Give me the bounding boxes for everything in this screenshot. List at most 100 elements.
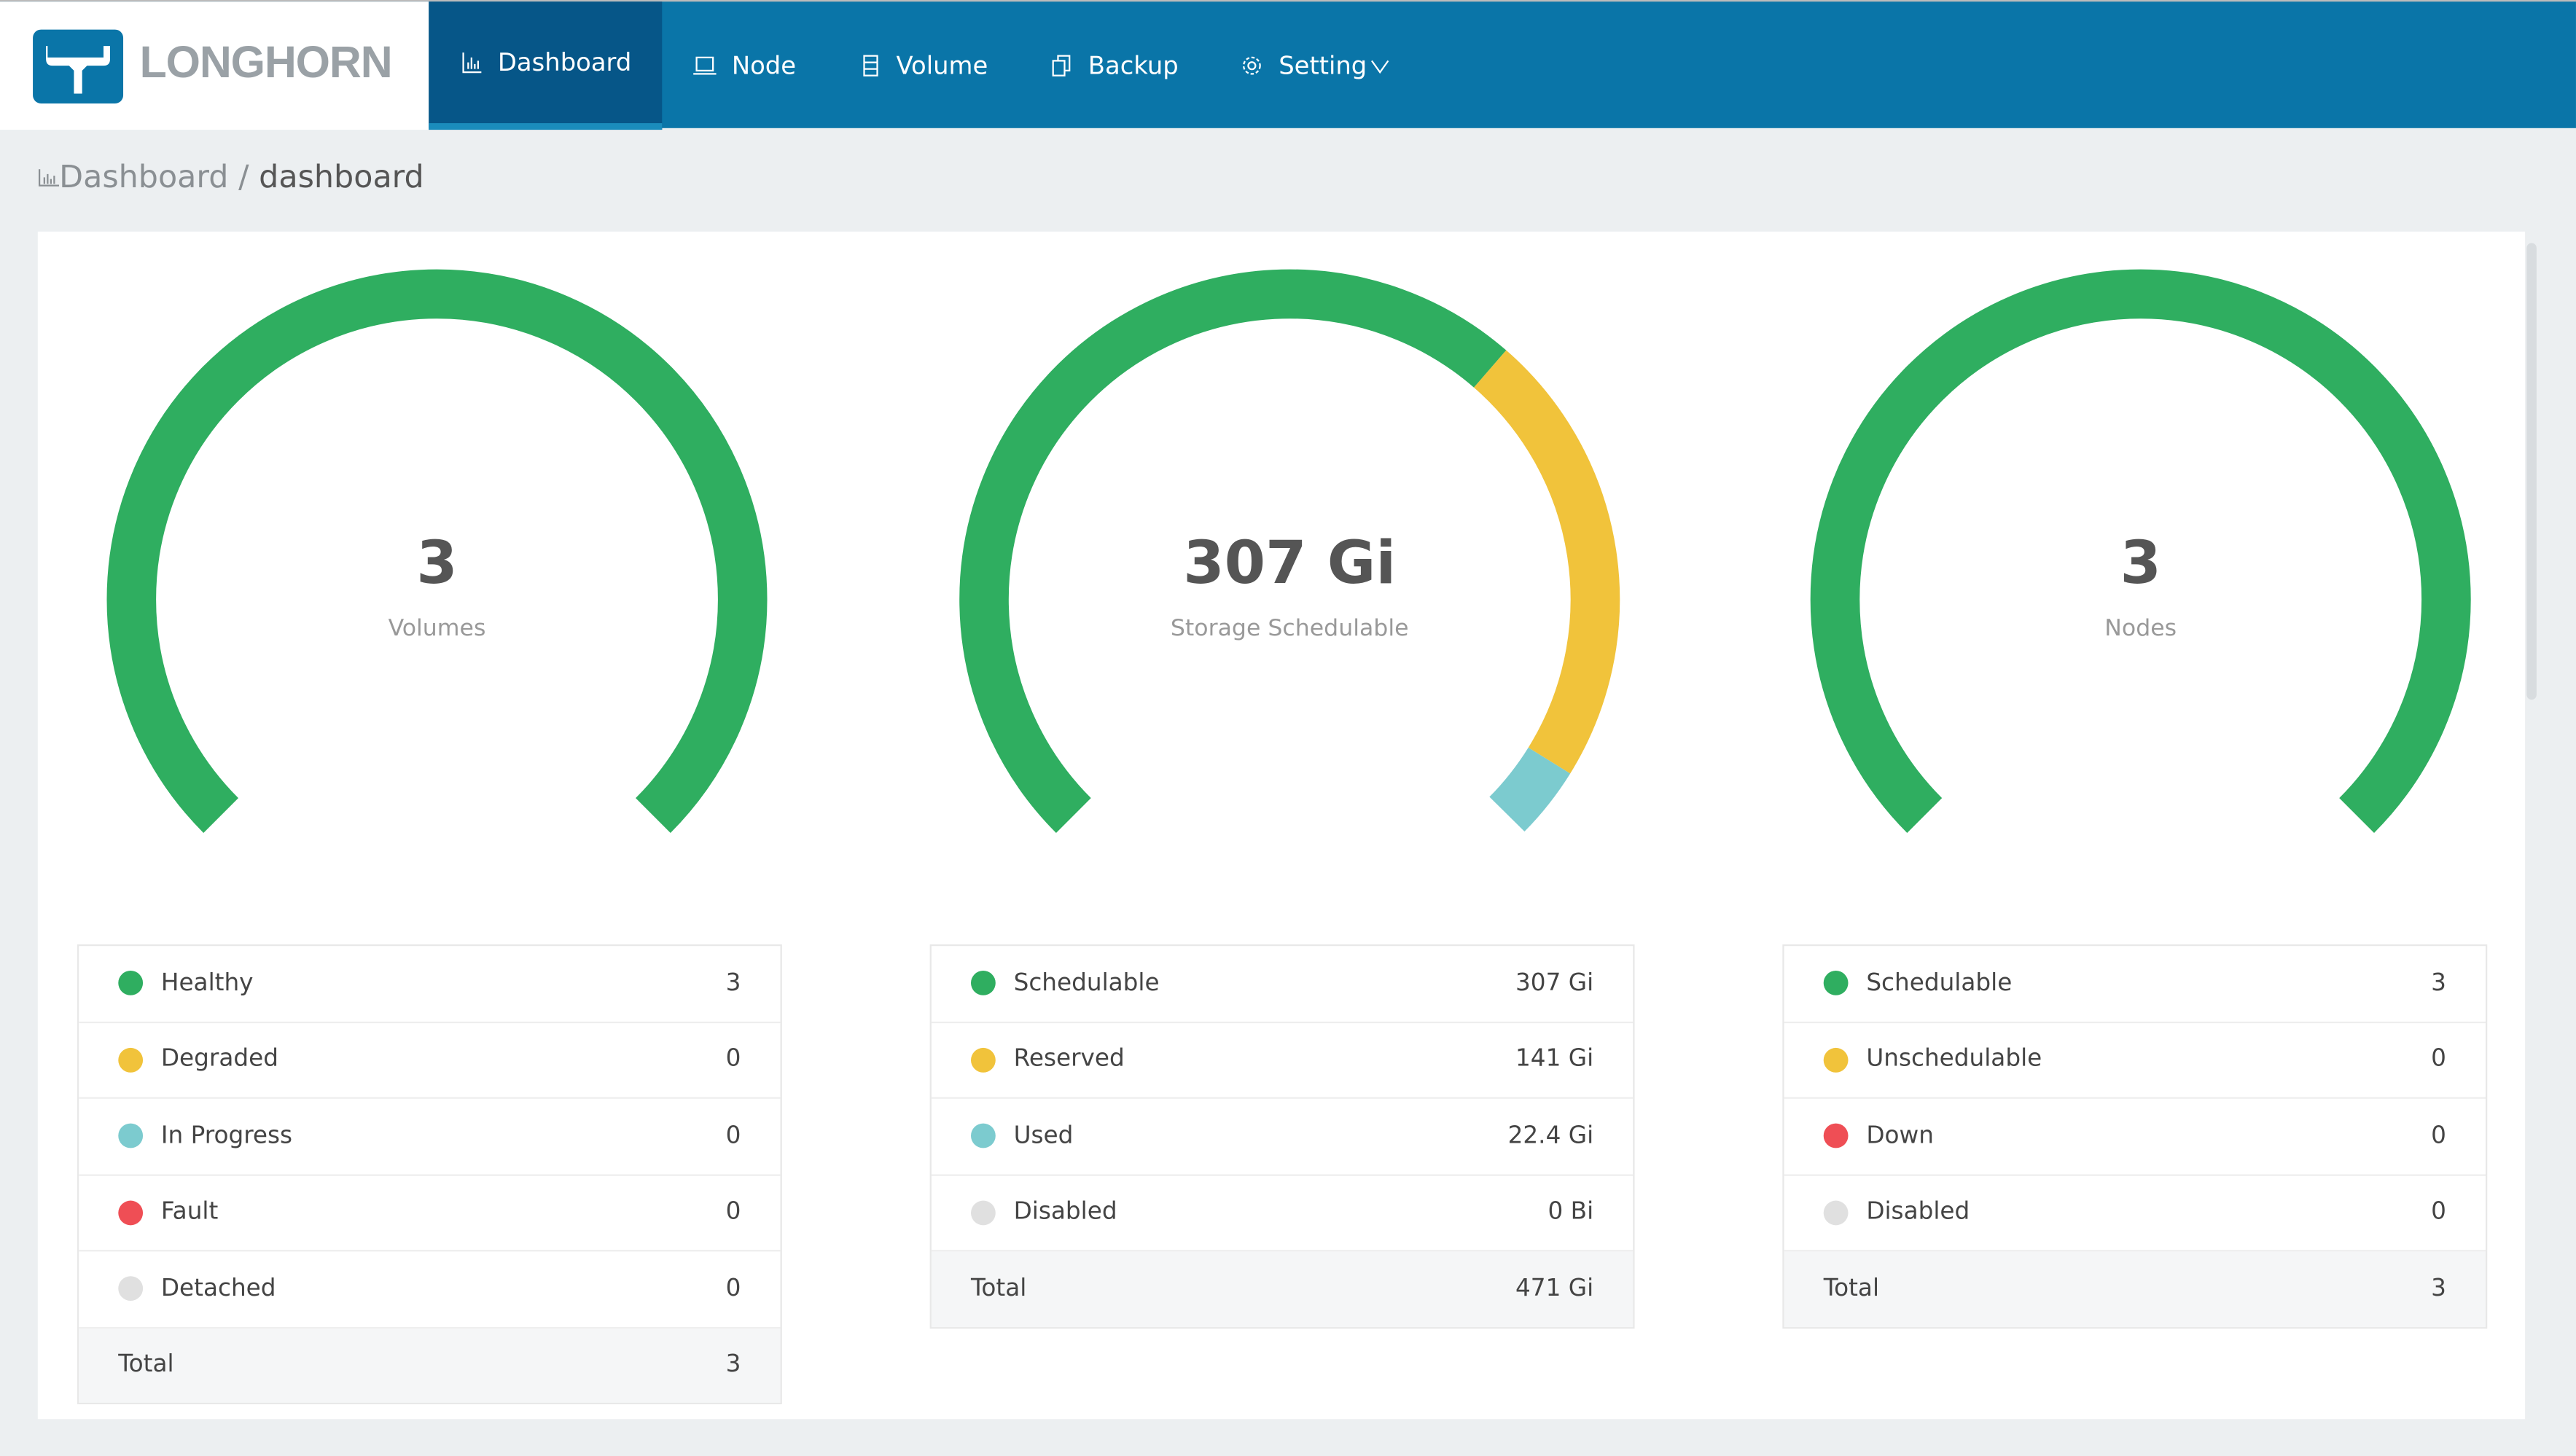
legend-label: Down bbox=[1866, 1123, 1934, 1150]
legend-label: Used bbox=[1013, 1123, 1074, 1150]
breadcrumb-separator: / bbox=[238, 159, 249, 196]
total-value: 3 bbox=[2431, 1275, 2446, 1302]
breadcrumb-current: dashboard bbox=[259, 159, 424, 196]
legend-row[interactable]: Healthy 3 bbox=[79, 946, 781, 1022]
status-dot-icon bbox=[970, 1199, 996, 1225]
gauge-value: 3 bbox=[416, 530, 458, 598]
gauge-segment bbox=[1489, 747, 1571, 832]
legend-label: Disabled bbox=[1866, 1199, 1970, 1226]
logo[interactable]: LONGHORN bbox=[0, 1, 429, 130]
total-row: Total 471 Gi bbox=[931, 1251, 1634, 1326]
gauge-value: 3 bbox=[2120, 530, 2161, 598]
nav-setting[interactable]: Setting bbox=[1210, 1, 1423, 130]
legend-row[interactable]: Degraded 0 bbox=[79, 1022, 781, 1099]
status-dot-icon bbox=[118, 1276, 144, 1302]
status-dot-icon bbox=[1823, 1199, 1849, 1225]
status-dot-icon bbox=[970, 971, 996, 996]
status-dot-icon bbox=[1823, 971, 1849, 996]
breadcrumb-root[interactable]: Dashboard bbox=[59, 160, 228, 196]
legend-value: 141 Gi bbox=[1515, 1046, 1594, 1073]
top-nav-bar: LONGHORN Dashboard Node Volume Backup Settin… bbox=[0, 0, 2576, 130]
gauge-label: Nodes bbox=[2104, 616, 2177, 643]
legend-value: 0 bbox=[725, 1199, 741, 1226]
dashboard-card: 3 Volumes Healthy 3 Degraded 0 In Progress 0 Fau… bbox=[37, 231, 2526, 1420]
total-value: 3 bbox=[725, 1352, 741, 1379]
total-row: Total 3 bbox=[79, 1328, 781, 1403]
legend-value: 0 bbox=[2431, 1046, 2446, 1073]
main-nav: Dashboard Node Volume Backup Setting bbox=[429, 1, 1423, 130]
longhorn-logo-icon bbox=[33, 29, 124, 103]
bar-chart-icon bbox=[462, 52, 482, 74]
brand-name: LONGHORN bbox=[139, 37, 393, 87]
gauge-1 bbox=[959, 269, 1620, 833]
status-dot-icon bbox=[118, 971, 144, 996]
legend-row[interactable]: Disabled 0 Bi bbox=[931, 1175, 1634, 1252]
legend-row[interactable]: Fault 0 bbox=[79, 1175, 781, 1252]
nav-label: Volume bbox=[896, 50, 988, 81]
legend-row[interactable]: Disabled 0 bbox=[1784, 1175, 2486, 1252]
legend-value: 0 bbox=[725, 1046, 741, 1073]
legend-value: 0 bbox=[725, 1123, 741, 1150]
legend-label: Degraded bbox=[160, 1046, 278, 1073]
legend-value: 0 Bi bbox=[1547, 1199, 1594, 1226]
status-dot-icon bbox=[1823, 1047, 1849, 1073]
legend-value: 3 bbox=[725, 970, 741, 997]
legend-label: In Progress bbox=[160, 1123, 293, 1150]
scrollbar[interactable] bbox=[2526, 243, 2537, 700]
total-label: Total bbox=[970, 1275, 1027, 1302]
legend-value: 0 bbox=[725, 1275, 741, 1302]
nav-label: Setting bbox=[1279, 50, 1367, 81]
legend-value: 0 bbox=[2431, 1123, 2446, 1150]
legend-label: Fault bbox=[160, 1199, 219, 1226]
legend-row[interactable]: Detached 0 bbox=[79, 1251, 781, 1328]
status-dot-icon bbox=[118, 1199, 144, 1225]
legend-row[interactable]: Down 0 bbox=[1784, 1099, 2486, 1175]
legend-label: Schedulable bbox=[1866, 970, 2013, 997]
legend-label: Schedulable bbox=[1013, 970, 1160, 997]
chevron-down-icon bbox=[1371, 60, 1389, 74]
gauge-2 bbox=[1810, 269, 2471, 833]
legend-row[interactable]: Unschedulable 0 bbox=[1784, 1022, 2486, 1099]
legend-label: Unschedulable bbox=[1866, 1046, 2042, 1073]
status-dot-icon bbox=[118, 1047, 144, 1073]
nav-node[interactable]: Node bbox=[663, 1, 827, 130]
legend-label: Disabled bbox=[1013, 1199, 1117, 1226]
nav-backup[interactable]: Backup bbox=[1019, 1, 1209, 130]
legend-label: Reserved bbox=[1013, 1046, 1125, 1073]
status-dot-icon bbox=[970, 1047, 996, 1073]
legend-table: Healthy 3 Degraded 0 In Progress 0 Fault 0 Detac… bbox=[77, 944, 782, 1404]
legend-value: 0 bbox=[2431, 1199, 2446, 1226]
nav-volume[interactable]: Volume bbox=[827, 1, 1019, 130]
gauge-label: Storage Schedulable bbox=[1170, 616, 1409, 643]
legend-row[interactable]: Reserved 141 Gi bbox=[931, 1022, 1634, 1099]
nav-label: Node bbox=[731, 50, 797, 81]
legend-row[interactable]: Schedulable 307 Gi bbox=[931, 946, 1634, 1022]
status-dot-icon bbox=[1823, 1124, 1849, 1148]
total-label: Total bbox=[118, 1352, 174, 1379]
total-row: Total 3 bbox=[1784, 1251, 2486, 1326]
gear-icon bbox=[1243, 56, 1262, 75]
legend-value: 22.4 Gi bbox=[1507, 1123, 1594, 1150]
legend-table: Schedulable 3 Unschedulable 0 Down 0 Disabled 0… bbox=[1782, 944, 2488, 1328]
legend-label: Detached bbox=[160, 1275, 276, 1302]
total-label: Total bbox=[1823, 1275, 1880, 1302]
gauge-value: 307 Gi bbox=[1183, 530, 1397, 598]
bar-chart-icon bbox=[38, 169, 60, 187]
breadcrumb: Dashboard / dashboard bbox=[38, 159, 424, 196]
status-dot-icon bbox=[118, 1124, 144, 1148]
nav-label: Dashboard bbox=[497, 47, 632, 77]
gauge-0 bbox=[106, 269, 768, 833]
gauge-label: Volumes bbox=[388, 616, 486, 643]
legend-table: Schedulable 307 Gi Reserved 141 Gi Used 22.4 … bbox=[929, 944, 1635, 1328]
nav-dashboard[interactable]: Dashboard bbox=[429, 1, 663, 130]
total-value: 471 Gi bbox=[1515, 1275, 1594, 1302]
legend-value: 307 Gi bbox=[1515, 970, 1594, 997]
legend-label: Healthy bbox=[160, 970, 254, 997]
legend-row[interactable]: Used 22.4 Gi bbox=[931, 1099, 1634, 1175]
legend-row[interactable]: In Progress 0 bbox=[79, 1099, 781, 1175]
laptop-icon bbox=[693, 56, 717, 75]
copy-icon bbox=[1053, 55, 1072, 77]
status-dot-icon bbox=[970, 1124, 996, 1148]
legend-row[interactable]: Schedulable 3 bbox=[1784, 946, 2486, 1022]
nav-label: Backup bbox=[1088, 50, 1179, 81]
